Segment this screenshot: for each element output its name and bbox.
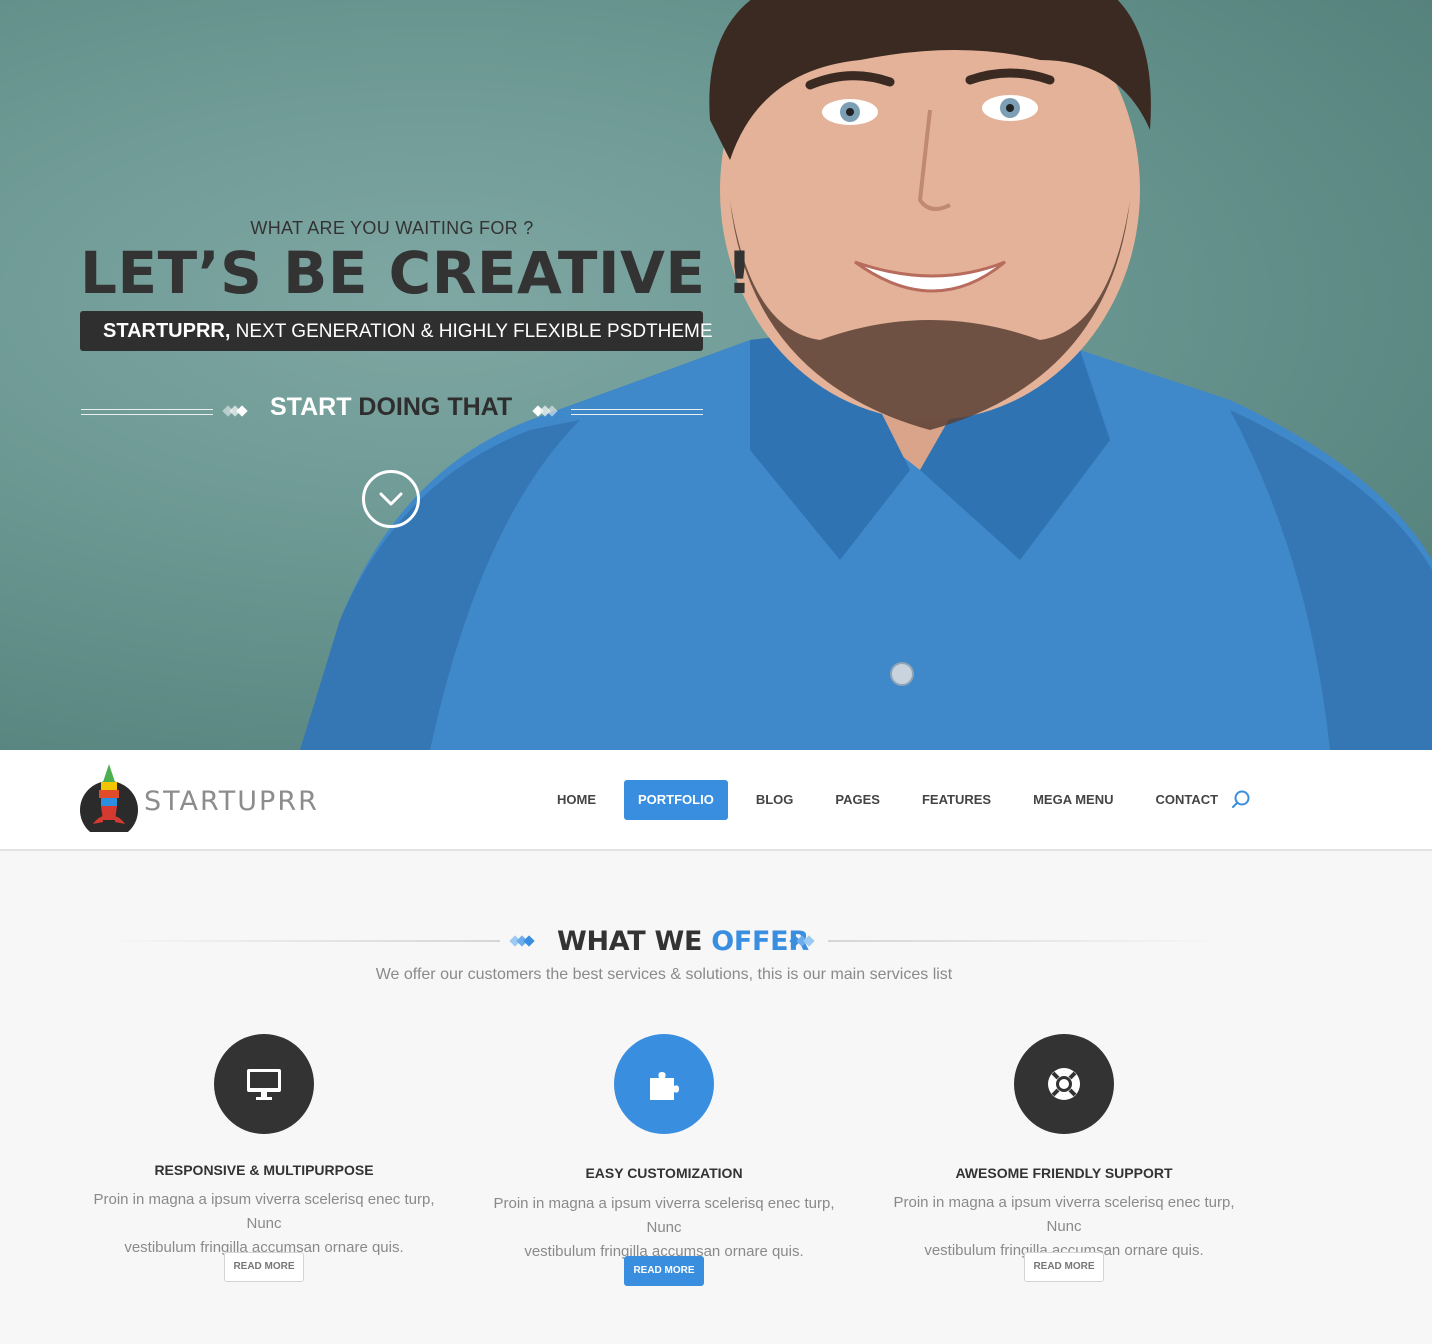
offer-heading: WHAT WE OFFER <box>0 922 1432 962</box>
main-navbar: STARTUPRR HOME PORTFOLIO BLOG PAGES FEAT… <box>0 750 1432 851</box>
service-title: AWESOME FRIENDLY SUPPORT <box>955 1165 1173 1181</box>
read-more-button[interactable]: READ MORE <box>624 1256 704 1286</box>
lifebuoy-icon <box>1048 1068 1080 1100</box>
hero-title: LET’S BE CREATIVE ! <box>80 239 754 307</box>
hero-content: WHAT ARE YOU WAITING FOR ? LET’S BE CREA… <box>80 218 754 528</box>
scroll-down-button[interactable] <box>362 470 420 528</box>
search-icon[interactable] <box>1229 788 1253 812</box>
service-description-line: Proin in magna a ipsum viverra scelerisq… <box>493 1195 835 1236</box>
service-card-customization: EASY CUSTOMIZATION Proin in magna a ipsu… <box>464 1034 864 1294</box>
nav-item-pages[interactable]: PAGES <box>821 780 894 820</box>
nav-item-blog[interactable]: BLOG <box>742 780 808 820</box>
divider-line-right <box>828 940 1228 942</box>
rocket-logo-icon <box>80 764 138 832</box>
service-card-support: AWESOME FRIENDLY SUPPORT Proin in magna … <box>864 1034 1264 1294</box>
offer-subtitle: We offer our customers the best services… <box>375 966 953 983</box>
diamond-ornament-left-icon <box>222 405 248 417</box>
puzzle-icon <box>650 1072 679 1100</box>
divider-line-left <box>81 409 213 415</box>
hero-tagline-text: NEXT GENERATION & HIGHLY FLEXIBLE PSDTHE… <box>230 321 713 342</box>
hero-tagline-bar: STARTUPRR, NEXT GENERATION & HIGHLY FLEX… <box>80 311 713 351</box>
nav-item-contact[interactable]: CONTACT <box>1141 780 1232 820</box>
logo-text: STARTUPRR <box>144 786 319 817</box>
service-description: Proin in magna a ipsum viverra scelerisq… <box>464 1192 864 1264</box>
hero-cta-light: START <box>270 393 352 421</box>
start-doing-that-link[interactable]: START DOING THAT <box>270 393 512 422</box>
diamond-ornament-right-icon <box>532 405 558 417</box>
read-more-button[interactable]: READ MORE <box>224 1252 304 1282</box>
nav-item-home[interactable]: HOME <box>543 780 610 820</box>
service-description: Proin in magna a ipsum viverra scelerisq… <box>64 1188 464 1260</box>
nav-item-features[interactable]: FEATURES <box>908 780 1005 820</box>
read-more-button[interactable]: READ MORE <box>1024 1252 1104 1282</box>
offer-title-dark: WHAT WE <box>557 926 712 957</box>
offer-title: WHAT WE OFFER <box>557 926 809 957</box>
nav-menu: HOME PORTFOLIO BLOG PAGES FEATURES MEGA … <box>543 780 1246 820</box>
monitor-icon <box>247 1069 281 1100</box>
hero-eyebrow: WHAT ARE YOU WAITING FOR ? <box>250 218 534 238</box>
hero-section: WHAT ARE YOU WAITING FOR ? LET’S BE CREA… <box>0 0 1432 750</box>
service-description-line: Proin in magna a ipsum viverra scelerisq… <box>893 1194 1235 1235</box>
service-card-responsive: RESPONSIVE & MULTIPURPOSE Proin in magna… <box>64 1034 464 1294</box>
site-logo[interactable]: STARTUPRR <box>79 764 329 832</box>
service-description-line: Proin in magna a ipsum viverra scelerisq… <box>93 1191 435 1232</box>
service-icon-circle <box>614 1034 714 1134</box>
service-icon-circle <box>214 1034 314 1134</box>
service-title: EASY CUSTOMIZATION <box>585 1165 743 1181</box>
divider-line-right <box>571 409 703 415</box>
nav-item-portfolio[interactable]: PORTFOLIO <box>624 780 728 820</box>
service-icon-circle <box>1014 1034 1114 1134</box>
diamond-ornament-right-icon <box>789 935 815 947</box>
divider-line-left <box>100 940 500 942</box>
diamond-ornament-left-icon <box>509 935 535 947</box>
service-title: RESPONSIVE & MULTIPURPOSE <box>154 1162 374 1178</box>
hero-cta-row: START DOING THAT <box>80 393 704 429</box>
nav-item-mega-menu[interactable]: MEGA MENU <box>1019 780 1127 820</box>
chevron-down-icon <box>379 492 403 506</box>
hero-tagline-brand: STARTUPRR, <box>103 320 231 342</box>
hero-portrait-image <box>300 0 1432 750</box>
hero-cta-dark: DOING THAT <box>351 393 513 421</box>
